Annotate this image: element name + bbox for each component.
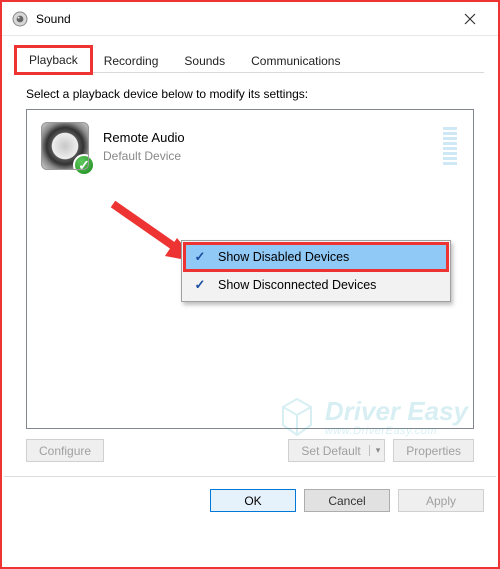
dialog-button-row-top: Configure Set Default ▾ Properties <box>2 429 498 476</box>
properties-button[interactable]: Properties <box>393 439 474 462</box>
sound-icon <box>12 11 28 27</box>
set-default-button[interactable]: Set Default ▾ <box>288 439 385 462</box>
button-label: Set Default <box>301 444 360 458</box>
button-label: Apply <box>426 494 456 508</box>
button-label: Properties <box>406 444 461 458</box>
cancel-button[interactable]: Cancel <box>304 489 390 512</box>
level-meter <box>443 127 459 165</box>
menu-show-disconnected[interactable]: ✓ Show Disconnected Devices <box>184 271 448 299</box>
configure-button[interactable]: Configure <box>26 439 104 462</box>
tab-communications[interactable]: Communications <box>238 48 353 73</box>
device-list[interactable]: ✓ Remote Audio Default Device ✓ Show Dis… <box>26 109 474 429</box>
device-status: Default Device <box>103 149 443 163</box>
check-icon: ✓ <box>190 277 210 293</box>
tab-playback[interactable]: Playback <box>16 47 91 73</box>
tab-label: Sounds <box>184 54 225 68</box>
ok-button[interactable]: OK <box>210 489 296 512</box>
close-icon <box>464 13 476 25</box>
device-item[interactable]: ✓ Remote Audio Default Device <box>27 110 473 182</box>
window-title: Sound <box>36 12 448 26</box>
menu-label: Show Disabled Devices <box>210 250 440 264</box>
default-check-icon: ✓ <box>73 154 95 176</box>
tab-sounds[interactable]: Sounds <box>171 48 238 73</box>
check-icon: ✓ <box>190 249 210 265</box>
tab-strip: Playback Recording Sounds Communications <box>2 36 498 72</box>
context-menu: ✓ Show Disabled Devices ✓ Show Disconnec… <box>181 240 451 302</box>
button-label: Cancel <box>328 494 365 508</box>
device-text: Remote Audio Default Device <box>103 130 443 163</box>
tab-label: Communications <box>251 54 340 68</box>
menu-label: Show Disconnected Devices <box>210 278 440 292</box>
button-label: OK <box>244 494 261 508</box>
menu-show-disabled[interactable]: ✓ Show Disabled Devices <box>184 243 448 271</box>
close-button[interactable] <box>448 4 492 34</box>
speaker-icon: ✓ <box>41 122 89 170</box>
dialog-button-row-bottom: OK Cancel Apply <box>2 477 498 524</box>
chevron-down-icon: ▾ <box>369 445 381 456</box>
instruction-text: Select a playback device below to modify… <box>2 73 498 109</box>
tab-label: Playback <box>29 53 78 67</box>
tab-label: Recording <box>104 54 159 68</box>
device-name: Remote Audio <box>103 130 443 145</box>
button-label: Configure <box>39 444 91 458</box>
title-bar: Sound <box>2 2 498 36</box>
apply-button[interactable]: Apply <box>398 489 484 512</box>
tab-recording[interactable]: Recording <box>91 48 172 73</box>
